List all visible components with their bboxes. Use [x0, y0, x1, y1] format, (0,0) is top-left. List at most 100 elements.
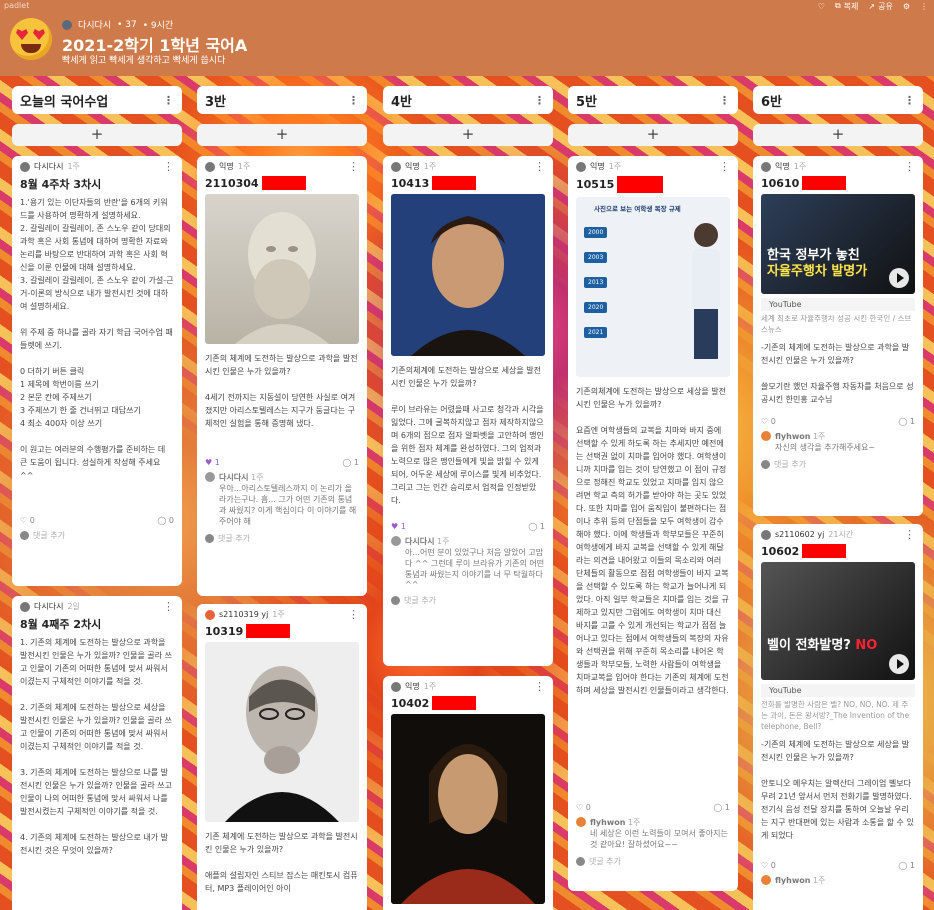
post-image[interactable] [391, 714, 545, 904]
add-post-button[interactable]: + [753, 124, 923, 146]
post-card[interactable]: 다시다시 1주 ⋮ 8월 4주차 3차시 1.'용기 있는 이단자들의 반란'을 6… [12, 156, 182, 586]
post-body: 1.'용기 있는 이단자들의 반란'을 6개의 키워드를 사용하여 명확하게 설… [20, 198, 174, 480]
year-label: 2000 [584, 227, 608, 238]
comment-time: 1주 [812, 876, 826, 885]
post-card[interactable]: 다시다시 2일 ⋮ 8월 4째주 2차시 1. 기존의 체계에 도전하는 발상으로 … [12, 596, 182, 910]
add-comment[interactable]: 댓글 추가 [753, 456, 923, 476]
post-card[interactable]: 익명 1주 ⋮ 10610 한국 정부가 놓친 자율주행차 발명가 YouTube 세… [753, 156, 923, 516]
add-comment[interactable]: 댓글 추가 [12, 527, 182, 547]
comment-author: 다시다시 [219, 473, 249, 482]
author-name[interactable]: 다시다시 [78, 18, 111, 31]
add-post-button[interactable]: + [197, 124, 367, 146]
youtube-thumbnail[interactable]: 한국 정부가 놓친 자율주행차 발명가 [761, 194, 915, 294]
add-post-button[interactable]: + [383, 124, 553, 146]
add-comment[interactable]: 댓글 추가 [568, 853, 738, 873]
comment-count[interactable]: ◯ 1 [713, 803, 730, 812]
copernicus-portrait [391, 714, 545, 904]
year-label: 2020 [584, 302, 608, 313]
post-image[interactable] [205, 642, 359, 822]
post-meta: 익명 1주 ⋮ [383, 156, 553, 172]
post-card[interactable]: 익명 1주 ⋮ 10413 기존의체계에 도전하는 발상으로 세상을 발전시킨 인물… [383, 156, 553, 666]
redaction-box [261, 176, 306, 190]
like-button[interactable]: ♥ 1 [205, 458, 220, 467]
column-today: 오늘의 국어수업 ⋮ + [12, 86, 182, 146]
add-comment[interactable]: 댓글 추가 [383, 592, 553, 612]
more-icon[interactable]: ⋮ [163, 95, 174, 106]
like-button[interactable]: ♡ 0 [761, 861, 776, 870]
add-comment-label: 댓글 추가 [774, 460, 806, 469]
like-button[interactable]: ♡ 0 [576, 803, 591, 812]
more-icon[interactable]: ⋮ [348, 95, 359, 106]
copy-button[interactable]: ⧉ 복제 [835, 1, 858, 12]
post-card[interactable]: s2110319 yj 1주 ⋮ 10319 기존 체계에 도전하는 발상으로 과학… [197, 604, 367, 910]
add-comment[interactable]: 댓글 추가 [197, 530, 367, 550]
column-title: 6반 [761, 94, 783, 110]
like-button[interactable]: ♥ 1 [391, 522, 406, 531]
share-button[interactable]: ↗ 공유 [868, 1, 892, 12]
post-meta: 다시다시 2일 ⋮ [12, 596, 182, 612]
add-comment-label: 댓글 추가 [33, 531, 65, 540]
comment-count[interactable]: ◯ 1 [528, 522, 545, 531]
share-icon: ↗ [868, 1, 876, 11]
like-button[interactable]: ♡ 0 [20, 516, 35, 525]
post-card[interactable]: 익명 1주 ⋮ 2110304 기존의 체계에 도전하는 발상으로 과학을 발전시킨… [197, 156, 367, 596]
like-button[interactable]: ♡ 0 [761, 417, 776, 426]
play-icon[interactable] [889, 654, 909, 674]
more-icon[interactable]: ⋮ [904, 529, 915, 540]
heart-icon[interactable]: ♡ [818, 2, 825, 11]
post-title: 8월 4째주 2차시 [20, 618, 102, 631]
more-icon[interactable]: ⋮ [719, 161, 730, 172]
post-reactions: ♥ 1 ◯ 1 [197, 456, 367, 469]
more-icon[interactable]: ⋮ [534, 681, 545, 692]
avatar [576, 817, 586, 827]
comment-author: flyhwon [590, 818, 626, 827]
year-timeline: 2000 2003 2013 2020 2021 [584, 227, 608, 338]
column-class-6: 6반 ⋮ + [753, 86, 923, 146]
avatar [205, 534, 214, 543]
gear-icon[interactable]: ⚙ [903, 2, 910, 11]
more-icon[interactable]: ⋮ [719, 95, 730, 106]
comment-time: 1주 [812, 432, 826, 441]
post-author: s2110319 yj [219, 610, 269, 619]
post-image[interactable]: 사진으로 보는 여학생 복장 규제 2000 2003 2013 2020 20… [576, 197, 730, 377]
post-time: 1주 [272, 610, 285, 619]
more-icon[interactable]: ⋮ [904, 161, 915, 172]
comment-count[interactable]: ◯ 1 [898, 417, 915, 426]
post-time: 1주 [423, 162, 437, 171]
column-title: 5반 [576, 94, 598, 110]
padlet-logo[interactable]: padlet [4, 1, 29, 10]
comment-count[interactable]: ◯ 1 [898, 861, 915, 870]
comment-count[interactable]: ◯ 0 [157, 516, 174, 525]
avatar [20, 161, 30, 172]
more-icon[interactable]: ⋮ [904, 95, 915, 106]
more-icon[interactable]: ⋮ [348, 609, 359, 620]
thumbnail-caption: 한국 정부가 놓친 자율주행차 발명가 [767, 248, 868, 279]
post-card[interactable]: s2110602 yj 21시간 ⋮ 10602 벨이 전화발명? NO YouTu… [753, 524, 923, 910]
post-meta: 익명 1주 ⋮ [383, 676, 553, 692]
post-author: 익명 [405, 162, 420, 171]
more-icon[interactable]: ⋮ [534, 161, 545, 172]
column-class-5: 5반 ⋮ + [568, 86, 738, 146]
post-meta: 다시다시 1주 ⋮ [12, 156, 182, 172]
add-post-button[interactable]: + [568, 124, 738, 146]
more-icon[interactable]: ⋮ [534, 95, 545, 106]
comment-author: flyhwon [775, 432, 811, 441]
more-icon[interactable]: ⋮ [163, 161, 174, 172]
more-icon[interactable]: ⋮ [348, 161, 359, 172]
post-author: 다시다시 [34, 602, 64, 611]
youtube-thumbnail[interactable]: 벨이 전화발명? NO [761, 562, 915, 680]
post-image[interactable] [205, 194, 359, 344]
more-icon[interactable]: ⋮ [920, 2, 928, 11]
avatar [391, 681, 401, 692]
add-post-button[interactable]: + [12, 124, 182, 146]
avatar [20, 601, 30, 612]
post-body: 기존 체계에 도전하는 발상으로 과학을 발전시킨 인물은 누가 있을까? 애플… [205, 832, 358, 893]
play-icon[interactable] [889, 268, 909, 288]
post-card[interactable]: 익명 1주 ⋮ 10402 [383, 676, 553, 910]
post-time: 1주 [608, 162, 622, 171]
more-icon[interactable]: ⋮ [163, 601, 174, 612]
post-image[interactable] [391, 194, 545, 356]
comment-count[interactable]: ◯ 1 [342, 458, 359, 467]
column-header: 6반 ⋮ [753, 86, 923, 114]
post-card[interactable]: 익명 1주 ⋮ 10515 사진으로 보는 여학생 복장 규제 2000 2003 … [568, 156, 738, 891]
